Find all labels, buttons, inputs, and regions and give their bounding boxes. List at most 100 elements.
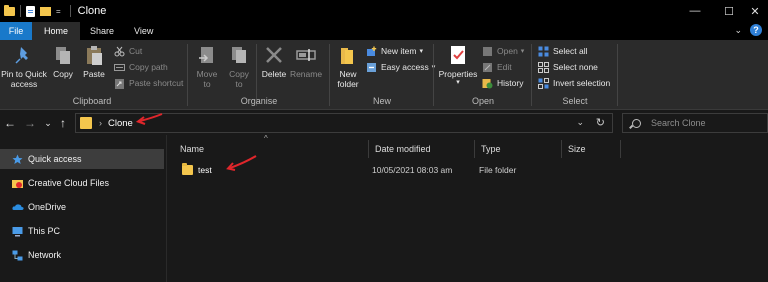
copy-path-button[interactable]: Copy path	[114, 60, 168, 74]
file-name-cell: test	[182, 160, 212, 180]
navigation-pane: Quick access Creative Cloud Files OneDri…	[0, 135, 166, 282]
computer-icon	[12, 226, 23, 237]
pane-splitter[interactable]	[166, 135, 167, 282]
up-button[interactable]: ↑	[55, 115, 71, 131]
divider	[69, 5, 71, 17]
copy-button[interactable]: Copy	[50, 44, 76, 79]
sidebar-item-label: This PC	[28, 226, 61, 236]
copy-label: Copy	[53, 69, 73, 79]
sidebar-item-label: Network	[28, 250, 62, 260]
customize-quick-access-dropdown[interactable]: =	[56, 7, 61, 16]
edit-icon	[482, 62, 493, 73]
new-item-icon	[366, 46, 377, 57]
open-label: Open	[497, 46, 518, 56]
minimize-button[interactable]: —	[678, 0, 712, 22]
tab-file[interactable]: File	[0, 22, 32, 40]
close-button[interactable]: ✕	[738, 0, 768, 22]
column-header-size[interactable]: Size	[562, 140, 620, 158]
creative-cloud-folder-icon	[12, 178, 23, 189]
tab-share[interactable]: Share	[80, 22, 124, 40]
sidebar-item-label: Creative Cloud Files	[28, 178, 110, 188]
edit-label: Edit	[497, 62, 512, 72]
collapse-ribbon-icon[interactable]: ⌄	[734, 25, 742, 36]
paste-shortcut-button[interactable]: Paste shortcut	[114, 76, 183, 90]
invert-selection-button[interactable]: Invert selection	[538, 76, 610, 90]
clipboard-group-label: Clipboard	[72, 96, 112, 106]
ribbon: Pin to Quick access Copy Paste Cut Copy …	[0, 40, 768, 110]
copy-to-icon	[228, 44, 250, 66]
tab-home[interactable]: Home	[32, 22, 81, 40]
forward-button[interactable]: →	[22, 115, 38, 131]
rename-icon	[295, 44, 317, 66]
up-arrow-icon: ↑	[60, 116, 66, 130]
copy-to-label: Copy to	[229, 69, 249, 89]
open-group: Properties ▾ Open ▾ Edit History Open	[436, 40, 530, 110]
refresh-icon[interactable]: ↻	[596, 116, 605, 129]
rename-button[interactable]: Rename	[290, 44, 322, 79]
history-button[interactable]: History	[482, 76, 523, 90]
new-folder-quick-access-icon[interactable]	[40, 6, 51, 16]
file-name: test	[198, 165, 212, 175]
sidebar-item-onedrive[interactable]: OneDrive	[0, 197, 164, 217]
easy-access-button[interactable]: Easy access ▾	[366, 60, 435, 74]
chevron-down-icon: ▾	[419, 48, 423, 55]
back-button[interactable]: ←	[2, 115, 18, 131]
select-group: Select all Select none Invert selection …	[534, 40, 616, 110]
open-button[interactable]: Open ▾	[482, 44, 524, 58]
tab-view[interactable]: View	[124, 22, 163, 40]
address-dropdown-icon[interactable]: ⌄	[576, 117, 584, 128]
divider	[433, 44, 434, 106]
cloud-icon	[12, 202, 24, 213]
recent-locations-button[interactable]: ⌄	[40, 115, 56, 131]
new-folder-button[interactable]: New folder	[334, 44, 362, 89]
sidebar-item-quick-access[interactable]: Quick access	[0, 149, 164, 169]
properties-button[interactable]: Properties ▾	[438, 44, 478, 86]
help-icon[interactable]: ?	[750, 24, 762, 36]
sidebar-item-creative-cloud-files[interactable]: Creative Cloud Files	[0, 173, 164, 193]
history-icon	[482, 78, 493, 89]
new-item-label: New item	[381, 46, 417, 56]
select-all-button[interactable]: Select all	[538, 44, 588, 58]
sidebar-item-this-pc[interactable]: This PC	[0, 221, 164, 241]
column-header-type[interactable]: Type	[475, 140, 561, 158]
chevron-down-icon: ⌄	[44, 117, 52, 128]
column-header-date-modified[interactable]: Date modified	[369, 140, 474, 158]
pin-to-quick-access-button[interactable]: Pin to Quick access	[0, 44, 48, 89]
delete-icon	[263, 44, 285, 66]
breadcrumb-separator[interactable]: ›	[99, 118, 102, 128]
new-folder-icon	[337, 44, 359, 66]
sidebar-item-network[interactable]: Network	[0, 245, 164, 265]
move-to-label: Move to	[196, 69, 218, 89]
search-box[interactable]	[622, 113, 768, 133]
copy-to-button[interactable]: Copy to	[226, 44, 252, 89]
search-input[interactable]	[651, 118, 761, 128]
file-type: File folder	[479, 165, 517, 175]
clipboard-group: Pin to Quick access Copy Paste Cut Copy …	[0, 40, 184, 110]
open-icon	[482, 46, 493, 57]
folder-icon	[80, 117, 92, 129]
properties-quick-access-icon[interactable]	[26, 5, 35, 17]
select-none-label: Select none	[553, 62, 598, 72]
move-to-button[interactable]: Move to	[194, 44, 220, 89]
star-icon	[12, 154, 23, 165]
file-row[interactable]: test 10/05/2021 08:03 am File folder	[174, 160, 768, 180]
sidebar-item-label: OneDrive	[28, 202, 67, 212]
column-divider[interactable]	[620, 140, 621, 158]
select-none-button[interactable]: Select none	[538, 60, 598, 74]
delete-label: Delete	[261, 69, 287, 79]
close-icon: ✕	[750, 5, 760, 18]
sidebar-item-label: Quick access	[28, 154, 82, 164]
column-header-name[interactable]: Name	[174, 140, 368, 158]
column-headers: Name ^ Date modified Type Size	[174, 134, 768, 158]
invert-selection-label: Invert selection	[553, 78, 611, 88]
maximize-icon: ☐	[724, 5, 734, 18]
divider	[187, 44, 188, 106]
delete-button[interactable]: Delete	[260, 44, 288, 79]
new-item-button[interactable]: New item ▾	[366, 44, 423, 58]
cut-button[interactable]: Cut	[114, 44, 142, 58]
organise-group: Move to Copy to Delete Rename Organise	[190, 40, 328, 110]
paste-button[interactable]: Paste	[80, 44, 108, 79]
edit-button[interactable]: Edit	[482, 60, 512, 74]
folder-icon	[182, 163, 193, 175]
chevron-down-icon: ▾	[520, 48, 525, 55]
